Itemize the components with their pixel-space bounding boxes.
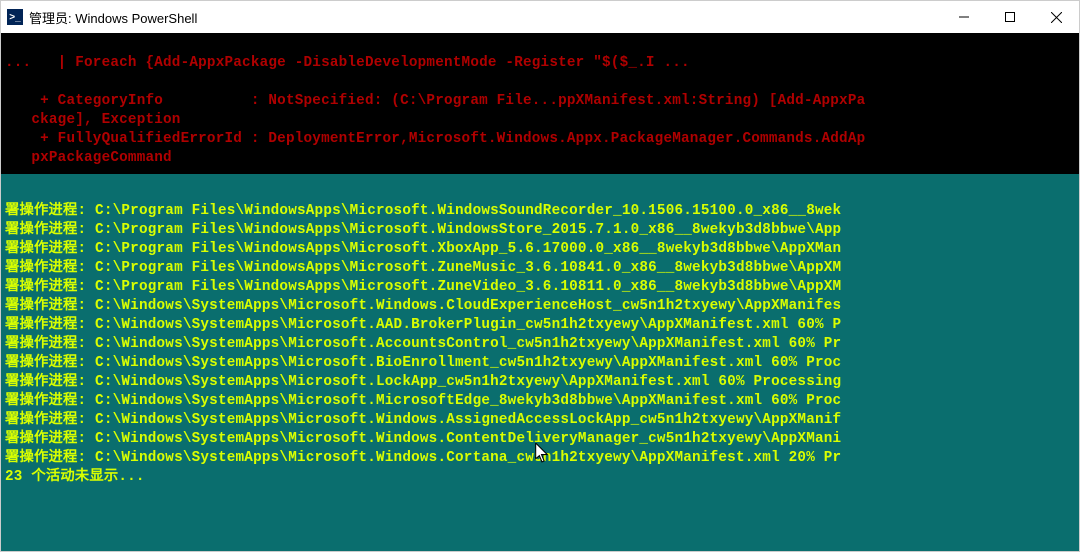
error-line: pxPackageCommand <box>5 150 172 166</box>
progress-path: C:\Windows\SystemApps\Microsoft.AAD.Brok… <box>95 317 841 333</box>
progress-path: C:\Program Files\WindowsApps\Microsoft.X… <box>95 241 841 257</box>
progress-path: C:\Windows\SystemApps\Microsoft.BioEnrol… <box>95 355 841 371</box>
progress-path: C:\Program Files\WindowsApps\Microsoft.W… <box>95 203 841 219</box>
error-line: ckage], Exception <box>5 112 181 128</box>
progress-prefix: 署操作进程: <box>5 279 95 295</box>
progress-prefix: 署操作进程: <box>5 393 95 409</box>
powershell-icon: >_ <box>7 9 23 25</box>
progress-line: 署操作进程: C:\Windows\SystemApps\Microsoft.M… <box>5 392 1075 411</box>
progress-prefix: 署操作进程: <box>5 317 95 333</box>
progress-line: 署操作进程: C:\Windows\SystemApps\Microsoft.A… <box>5 335 1075 354</box>
maximize-button[interactable] <box>987 1 1033 33</box>
window-title: 管理员: Windows PowerShell <box>29 8 941 27</box>
progress-line: 署操作进程: C:\Windows\SystemApps\Microsoft.W… <box>5 297 1075 316</box>
progress-line: 署操作进程: C:\Program Files\WindowsApps\Micr… <box>5 221 1075 240</box>
error-line: + FullyQualifiedErrorId : DeploymentErro… <box>5 131 865 147</box>
progress-line: 署操作进程: C:\Program Files\WindowsApps\Micr… <box>5 278 1075 297</box>
progress-line: 署操作进程: C:\Windows\SystemApps\Microsoft.A… <box>5 316 1075 335</box>
progress-path: C:\Windows\SystemApps\Microsoft.Windows.… <box>95 450 841 466</box>
error-block: ... | Foreach {Add-AppxPackage -DisableD… <box>1 33 1079 174</box>
progress-path: C:\Windows\SystemApps\Microsoft.Windows.… <box>95 412 841 428</box>
progress-prefix: 署操作进程: <box>5 450 95 466</box>
progress-line: 署操作进程: C:\Windows\SystemApps\Microsoft.L… <box>5 373 1075 392</box>
progress-line: 署操作进程: C:\Windows\SystemApps\Microsoft.W… <box>5 411 1075 430</box>
error-line: ... | Foreach {Add-AppxPackage -DisableD… <box>5 55 690 71</box>
progress-prefix: 署操作进程: <box>5 374 95 390</box>
progress-path: C:\Windows\SystemApps\Microsoft.Accounts… <box>95 336 841 352</box>
footer-line: 23 个活动未显示... <box>1 468 1079 487</box>
progress-path: C:\Windows\SystemApps\Microsoft.LockApp_… <box>95 374 841 390</box>
error-line: + CategoryInfo : NotSpecified: (C:\Progr… <box>5 93 865 109</box>
progress-line: 署操作进程: C:\Program Files\WindowsApps\Micr… <box>5 259 1075 278</box>
progress-prefix: 署操作进程: <box>5 412 95 428</box>
titlebar[interactable]: >_ 管理员: Windows PowerShell <box>1 1 1079 33</box>
progress-prefix: 署操作进程: <box>5 336 95 352</box>
progress-path: C:\Program Files\WindowsApps\Microsoft.Z… <box>95 260 841 276</box>
progress-path: C:\Windows\SystemApps\Microsoft.Windows.… <box>95 431 841 447</box>
progress-line: 署操作进程: C:\Program Files\WindowsApps\Micr… <box>5 240 1075 259</box>
progress-line: 署操作进程: C:\Windows\SystemApps\Microsoft.B… <box>5 354 1075 373</box>
progress-prefix: 署操作进程: <box>5 222 95 238</box>
powershell-window: >_ 管理员: Windows PowerShell ... | Foreach… <box>0 0 1080 552</box>
progress-line: 署操作进程: C:\Windows\SystemApps\Microsoft.W… <box>5 430 1075 449</box>
progress-path: C:\Windows\SystemApps\Microsoft.Windows.… <box>95 298 841 314</box>
progress-prefix: 署操作进程: <box>5 260 95 276</box>
progress-prefix: 署操作进程: <box>5 203 95 219</box>
progress-prefix: 署操作进程: <box>5 355 95 371</box>
terminal-area[interactable]: ... | Foreach {Add-AppxPackage -DisableD… <box>1 33 1079 551</box>
progress-prefix: 署操作进程: <box>5 431 95 447</box>
progress-prefix: 署操作进程: <box>5 241 95 257</box>
progress-path: C:\Windows\SystemApps\Microsoft.Microsof… <box>95 393 841 409</box>
progress-line: 署操作进程: C:\Windows\SystemApps\Microsoft.W… <box>5 449 1075 468</box>
close-button[interactable] <box>1033 1 1079 33</box>
progress-line: 署操作进程: C:\Program Files\WindowsApps\Micr… <box>5 202 1075 221</box>
window-controls <box>941 1 1079 33</box>
progress-path: C:\Program Files\WindowsApps\Microsoft.W… <box>95 222 841 238</box>
progress-path: C:\Program Files\WindowsApps\Microsoft.Z… <box>95 279 841 295</box>
minimize-button[interactable] <box>941 1 987 33</box>
progress-block: 署操作进程: C:\Program Files\WindowsApps\Micr… <box>1 202 1079 468</box>
progress-prefix: 署操作进程: <box>5 298 95 314</box>
